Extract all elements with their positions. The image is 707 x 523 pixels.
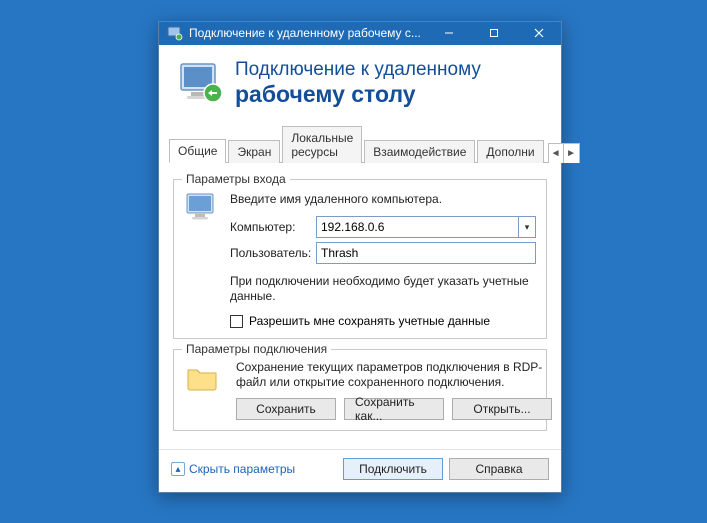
app-icon xyxy=(167,25,183,41)
dialog-header: Подключение к удаленному рабочему столу xyxy=(159,45,561,125)
connection-text: Сохранение текущих параметров подключени… xyxy=(236,360,552,390)
group-connection-settings: Параметры подключения Сохранение текущих… xyxy=(173,349,547,431)
user-label: Пользователь: xyxy=(230,246,316,260)
tab-local-resources[interactable]: Локальные ресурсы xyxy=(282,126,362,163)
titlebar: Подключение к удаленному рабочему с... xyxy=(159,22,561,45)
close-button[interactable] xyxy=(516,22,561,45)
help-button[interactable]: Справка xyxy=(449,458,549,480)
tab-scroll-left[interactable]: ◄ xyxy=(548,143,564,163)
save-as-button[interactable]: Сохранить как... xyxy=(344,398,444,420)
save-button[interactable]: Сохранить xyxy=(236,398,336,420)
dialog-footer: ▴ Скрыть параметры Подключить Справка xyxy=(159,449,561,492)
tab-content: Параметры входа Введите имя удаленного к… xyxy=(159,163,561,449)
tab-scroll-right[interactable]: ► xyxy=(564,143,580,163)
rdp-monitor-icon xyxy=(177,59,225,107)
computer-combobox[interactable]: ▾ xyxy=(316,216,536,238)
group-logon-legend: Параметры входа xyxy=(182,172,290,186)
tab-strip: Общие Экран Локальные ресурсы Взаимодейс… xyxy=(169,125,551,163)
maximize-button[interactable] xyxy=(471,22,516,45)
window-title: Подключение к удаленному рабочему с... xyxy=(189,26,426,40)
rdp-settings-window: Подключение к удаленному рабочему с... xyxy=(158,21,562,493)
tab-advanced[interactable]: Дополни xyxy=(477,140,543,163)
tab-display[interactable]: Экран xyxy=(228,140,280,163)
group-logon-settings: Параметры входа Введите имя удаленного к… xyxy=(173,179,547,339)
tab-scroll-buttons: ◄ ► xyxy=(548,143,580,163)
username-input[interactable] xyxy=(316,242,536,264)
logon-intro: Введите имя удаленного компьютера. xyxy=(230,192,536,206)
header-line2: рабочему столу xyxy=(235,81,481,107)
computer-label: Компьютер: xyxy=(230,220,316,234)
open-button[interactable]: Открыть... xyxy=(452,398,552,420)
group-connection-legend: Параметры подключения xyxy=(182,342,331,356)
computer-input[interactable] xyxy=(316,216,518,238)
connect-button[interactable]: Подключить xyxy=(343,458,443,480)
header-text: Подключение к удаленному рабочему столу xyxy=(235,59,481,107)
chevron-up-icon: ▴ xyxy=(171,462,185,476)
tab-general[interactable]: Общие xyxy=(169,139,226,163)
credentials-note: При подключении необходимо будет указать… xyxy=(230,274,536,304)
window-controls xyxy=(426,22,561,45)
header-line1: Подключение к удаленному xyxy=(235,59,481,81)
folder-icon xyxy=(184,360,220,396)
tab-experience[interactable]: Взаимодействие xyxy=(364,140,475,163)
save-credentials-checkbox[interactable] xyxy=(230,315,243,328)
minimize-button[interactable] xyxy=(426,22,471,45)
monitor-small-icon xyxy=(184,190,220,226)
hide-options-label: Скрыть параметры xyxy=(189,462,295,476)
save-credentials-label: Разрешить мне сохранять учетные данные xyxy=(249,314,490,328)
hide-options-link[interactable]: ▴ Скрыть параметры xyxy=(171,462,295,476)
chevron-down-icon[interactable]: ▾ xyxy=(518,216,536,238)
